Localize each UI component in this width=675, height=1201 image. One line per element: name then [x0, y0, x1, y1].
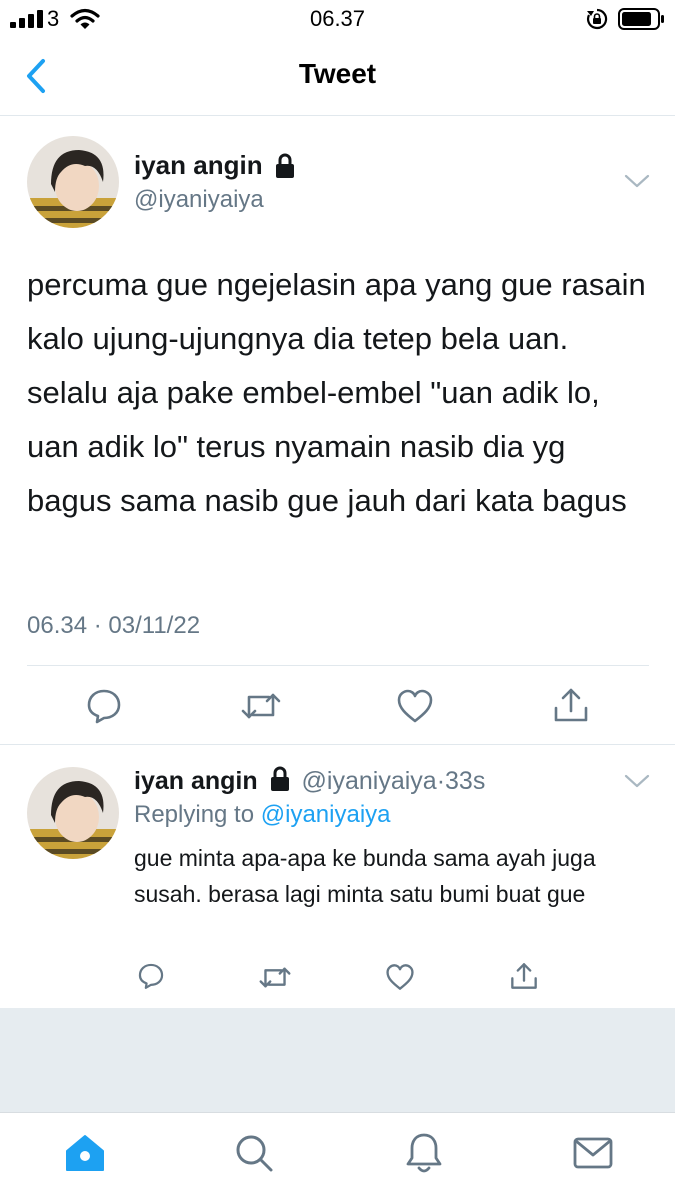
nav-divider: [0, 115, 675, 116]
reply-share-icon[interactable]: [510, 961, 538, 991]
page-title: Tweet: [298, 58, 377, 89]
mail-icon[interactable]: [573, 1137, 613, 1169]
reply-retweet-icon[interactable]: [259, 964, 291, 991]
lock-icon: [276, 153, 294, 178]
reply-like-icon[interactable]: [385, 963, 415, 991]
tweet-text: percuma gue ngejelasin apa yang gue rasa…: [27, 267, 646, 518]
tweet-date: 03/11/22: [108, 612, 201, 639]
reply-separator: ·: [436, 767, 446, 795]
reply-text: gue minta apa-apa ke bunda sama ayah jug…: [134, 845, 596, 907]
bell-icon[interactable]: [405, 1131, 443, 1175]
tweet-time: 06.34: [27, 612, 88, 639]
replying-to-handle[interactable]: @iyaniyaiya: [261, 801, 391, 828]
rotation-lock-icon: [586, 8, 608, 30]
reply-author-name[interactable]: iyan angin: [134, 767, 258, 795]
avatar[interactable]: [27, 136, 119, 228]
author-handle[interactable]: @iyaniyaiya: [134, 186, 264, 214]
meta-divider: [27, 665, 649, 666]
tab-bar: [0, 1112, 675, 1201]
home-icon[interactable]: [64, 1133, 106, 1173]
status-time: 06.37: [309, 6, 366, 31]
replying-to-label: Replying to: [134, 801, 255, 828]
share-icon[interactable]: [553, 686, 589, 724]
empty-area: [0, 1008, 675, 1112]
reply-author-handle[interactable]: @iyaniyaiya: [302, 767, 437, 795]
reply-avatar[interactable]: [27, 767, 119, 859]
chevron-down-icon[interactable]: [624, 172, 650, 190]
reply-reply-icon[interactable]: [137, 962, 165, 990]
reply-icon[interactable]: [85, 687, 123, 725]
reply-age: 33s: [445, 767, 486, 795]
replying-to: Replying to @iyaniyaiya: [134, 801, 391, 829]
tweet-timestamp: 06.34 · 03/11/22: [27, 612, 200, 640]
reply-chevron-down-icon[interactable]: [624, 772, 650, 790]
reply-header: iyan angin @iyaniyaiya·33s: [134, 766, 485, 796]
reply-lock-icon: [270, 766, 289, 791]
like-icon[interactable]: [396, 688, 434, 724]
retweet-icon[interactable]: [241, 689, 281, 723]
meta-separator: ·: [93, 612, 102, 639]
search-icon[interactable]: [234, 1133, 274, 1173]
battery-icon: [618, 8, 664, 30]
tweet-divider: [0, 744, 675, 745]
status-bar: 3 06.37: [0, 0, 675, 40]
author-name[interactable]: iyan angin: [134, 150, 263, 181]
